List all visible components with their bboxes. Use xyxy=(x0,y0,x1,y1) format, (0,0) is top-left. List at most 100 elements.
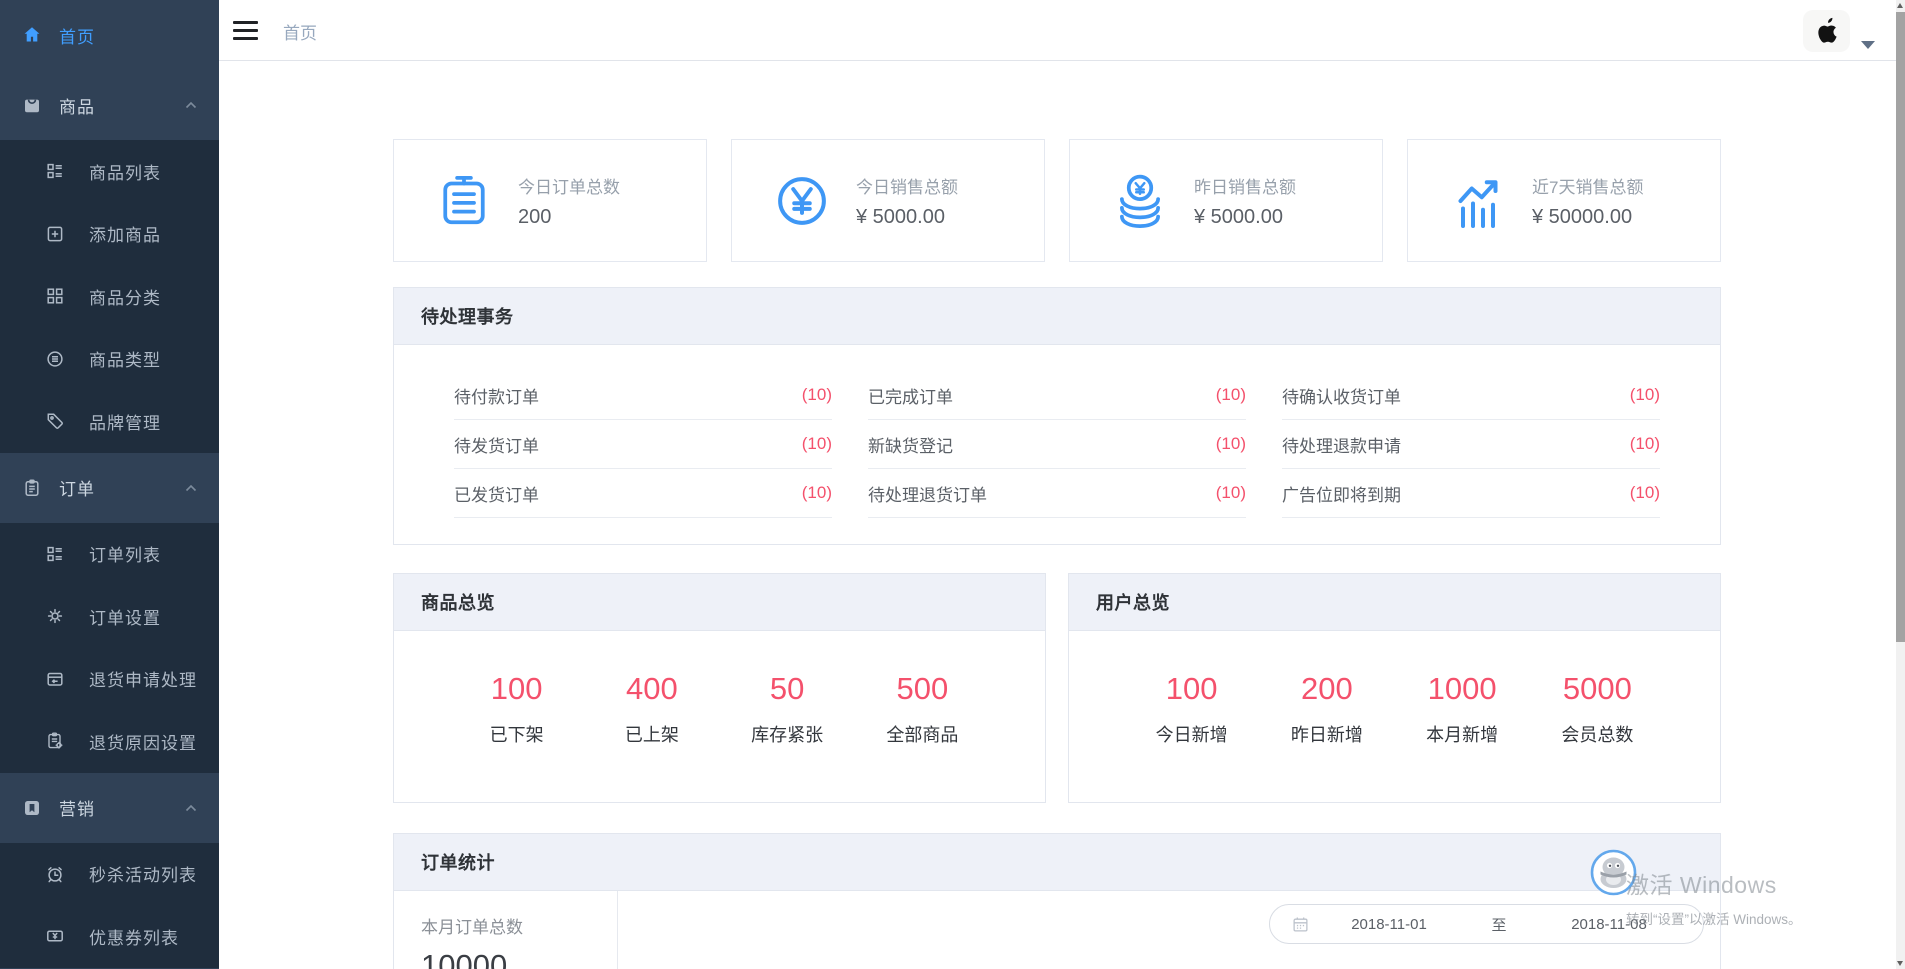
task-item[interactable]: 已发货订单 (10) xyxy=(454,469,832,518)
pending-tasks-grid: 待付款订单 (10) 已完成订单 (10) 待确认收货订单 (10) 待发货订单… xyxy=(394,345,1720,518)
hamburger-menu-button[interactable] xyxy=(233,21,258,40)
stat-card-value: ¥ 5000.00 xyxy=(1194,206,1296,229)
sidebar-item-brand-management[interactable]: 品牌管理 xyxy=(0,390,219,453)
stat-label: 库存紧张 xyxy=(720,721,855,747)
sidebar-item-order-settings[interactable]: 订单设置 xyxy=(0,585,219,648)
stat-label: 昨日新增 xyxy=(1259,721,1394,747)
coupon-icon xyxy=(45,926,65,946)
overview-stat: 500 全部商品 xyxy=(855,671,990,747)
overview-stat: 5000 会员总数 xyxy=(1530,671,1665,747)
order-clipboard-icon xyxy=(434,171,494,231)
stat-card-value: 200 xyxy=(518,206,620,229)
date-range-picker[interactable]: 2018-11-01 至 2018-11-08 xyxy=(1269,904,1704,944)
sidebar-item-return-reason-settings[interactable]: 退货原因设置 xyxy=(0,710,219,773)
sidebar-item-label: 商品列表 xyxy=(89,159,161,184)
user-overview-panel: 用户总览 100 今日新增 200 昨日新增 1000 本月新增 xyxy=(1068,573,1721,803)
metric-label: 本月订单总数 xyxy=(421,913,617,938)
sidebar-item-return-requests[interactable]: 退货申请处理 xyxy=(0,648,219,711)
stat-label: 今日新增 xyxy=(1124,721,1259,747)
task-item[interactable]: 待付款订单 (10) xyxy=(454,371,832,420)
task-item[interactable]: 新缺货登记 (10) xyxy=(868,420,1246,469)
stat-value: 50 xyxy=(720,671,855,707)
add-square-icon xyxy=(45,224,65,244)
stat-label: 全部商品 xyxy=(855,721,990,747)
panel-header: 订单统计 xyxy=(394,834,1720,891)
sidebar-item-product-category[interactable]: 商品分类 xyxy=(0,265,219,328)
overview-stat: 100 已下架 xyxy=(449,671,584,747)
month-orders-metric: 本月订单总数 10000 xyxy=(394,891,618,969)
yuan-circle-icon xyxy=(772,171,832,231)
avatar-dropdown-caret-icon[interactable] xyxy=(1861,41,1875,49)
sidebar-section-products[interactable]: 商品 xyxy=(0,70,219,140)
topbar: 首页 xyxy=(219,0,1896,61)
sidebar-item-home[interactable]: 首页 xyxy=(0,0,219,70)
panel-header: 用户总览 xyxy=(1069,574,1720,631)
stat-cards-row: 今日订单总数 200 今日销售总额 ¥ 5000.00 xyxy=(393,139,1721,262)
stat-label: 已上架 xyxy=(584,721,719,747)
sidebar-section-marketing[interactable]: 营销 xyxy=(0,773,219,843)
task-count: (10) xyxy=(1630,483,1660,503)
return-box-icon xyxy=(45,669,65,689)
date-end-field[interactable]: 2018-11-08 xyxy=(1529,916,1689,933)
overview-stat: 200 昨日新增 xyxy=(1259,671,1394,747)
task-item[interactable]: 待处理退货订单 (10) xyxy=(868,469,1246,518)
sidebar-item-label: 品牌管理 xyxy=(89,409,161,434)
stat-card-today-orders: 今日订单总数 200 xyxy=(393,139,707,262)
task-count: (10) xyxy=(802,434,832,454)
task-label: 待付款订单 xyxy=(454,383,539,408)
task-item[interactable]: 已完成订单 (10) xyxy=(868,371,1246,420)
sidebar-item-label: 订单设置 xyxy=(89,604,161,629)
user-overview-stats: 100 今日新增 200 昨日新增 1000 本月新增 5000 会员总数 xyxy=(1069,631,1720,747)
stat-value: 400 xyxy=(584,671,719,707)
stat-card-week-sales: 近7天销售总额 ¥ 50000.00 xyxy=(1407,139,1721,262)
task-count: (10) xyxy=(1216,434,1246,454)
apple-logo-icon xyxy=(1814,16,1840,46)
panel-header: 待处理事务 xyxy=(394,288,1720,345)
coins-icon xyxy=(1110,171,1170,231)
stat-card-value: ¥ 5000.00 xyxy=(856,206,958,229)
date-start-field[interactable]: 2018-11-01 xyxy=(1309,916,1469,933)
sidebar-item-label: 订单列表 xyxy=(89,541,161,566)
panel-title: 商品总览 xyxy=(421,589,495,615)
task-label: 待确认收货订单 xyxy=(1282,383,1401,408)
sidebar-item-label: 退货申请处理 xyxy=(89,666,197,691)
stat-value: 100 xyxy=(1124,671,1259,707)
home-icon xyxy=(22,25,42,45)
overview-row: 商品总览 100 已下架 400 已上架 50 库存紧张 xyxy=(393,573,1721,803)
task-label: 已完成订单 xyxy=(868,383,953,408)
sidebar-item-add-product[interactable]: 添加商品 xyxy=(0,203,219,266)
stat-card-label: 今日销售总额 xyxy=(856,173,958,198)
sidebar-item-label: 退货原因设置 xyxy=(89,729,197,754)
submenu-marketing: 秒杀活动列表 优惠券列表 xyxy=(0,843,219,968)
submenu-products: 商品列表 添加商品 商品分类 xyxy=(0,140,219,453)
task-item[interactable]: 广告位即将到期 (10) xyxy=(1282,469,1660,518)
order-statistics-panel: 订单统计 本月订单总数 10000 2018-11-01 至 2018-11-0… xyxy=(393,833,1721,969)
breadcrumb[interactable]: 首页 xyxy=(283,19,317,44)
scrollbar-up-arrow-icon[interactable] xyxy=(1897,3,1903,8)
qq-chat-widget-icon[interactable] xyxy=(1589,848,1638,897)
task-count: (10) xyxy=(1216,385,1246,405)
overview-stat: 50 库存紧张 xyxy=(720,671,855,747)
sidebar-section-label: 订单 xyxy=(59,475,95,500)
sidebar-item-product-list[interactable]: 商品列表 xyxy=(0,140,219,203)
vertical-scrollbar[interactable] xyxy=(1896,0,1905,969)
trend-chart-icon xyxy=(1448,171,1508,231)
task-item[interactable]: 待发货订单 (10) xyxy=(454,420,832,469)
scrollbar-thumb[interactable] xyxy=(1896,12,1905,642)
panel-title: 待处理事务 xyxy=(421,303,514,329)
stat-value: 5000 xyxy=(1530,671,1665,707)
task-item[interactable]: 待处理退款申请 (10) xyxy=(1282,420,1660,469)
stat-card-yesterday-sales: 昨日销售总额 ¥ 5000.00 xyxy=(1069,139,1383,262)
overview-stat: 1000 本月新增 xyxy=(1395,671,1530,747)
sidebar-section-orders[interactable]: 订单 xyxy=(0,453,219,523)
avatar[interactable] xyxy=(1803,10,1850,52)
sidebar-item-flash-sale-list[interactable]: 秒杀活动列表 xyxy=(0,843,219,906)
sidebar-item-order-list[interactable]: 订单列表 xyxy=(0,523,219,586)
scrollbar-down-arrow-icon[interactable] xyxy=(1897,961,1903,966)
sidebar: 首页 商品 商品列表 xyxy=(0,0,219,969)
stat-label: 本月新增 xyxy=(1395,721,1530,747)
task-item[interactable]: 待确认收货订单 (10) xyxy=(1282,371,1660,420)
sidebar-item-product-type[interactable]: 商品类型 xyxy=(0,328,219,391)
product-overview-panel: 商品总览 100 已下架 400 已上架 50 库存紧张 xyxy=(393,573,1046,803)
sidebar-item-coupon-list[interactable]: 优惠券列表 xyxy=(0,905,219,968)
